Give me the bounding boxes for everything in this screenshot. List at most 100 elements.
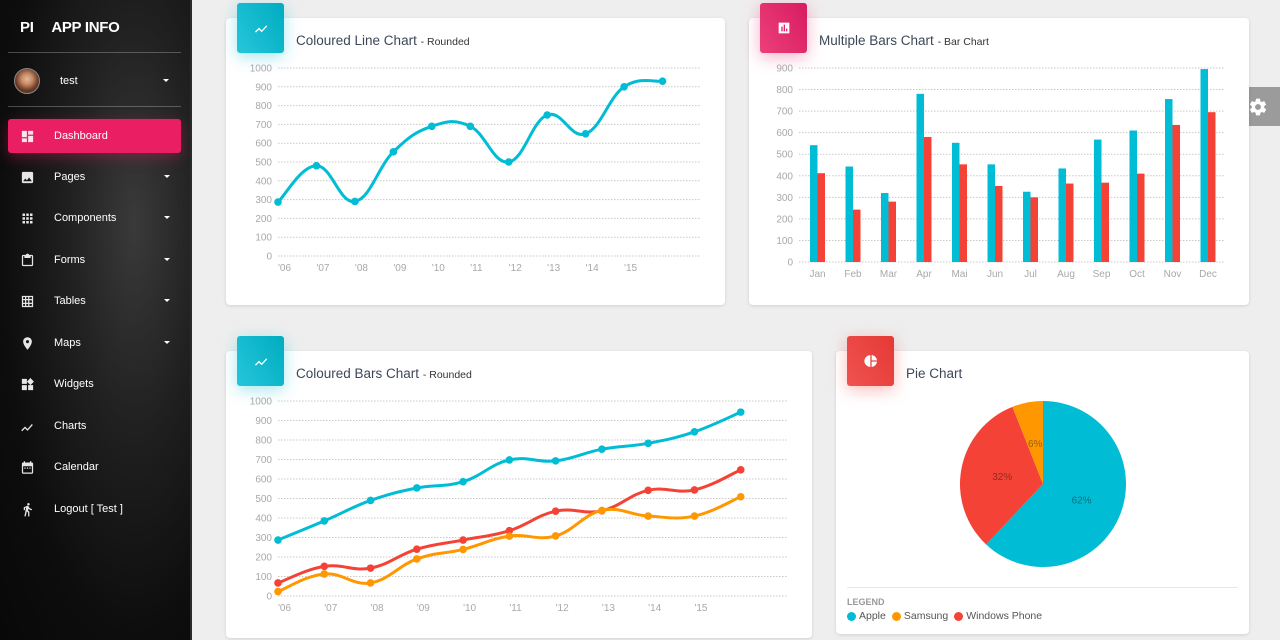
bar-series-2[interactable] <box>1172 124 1181 262</box>
y-tick-label: 200 <box>255 214 272 225</box>
data-point[interactable] <box>274 198 282 206</box>
data-point[interactable] <box>644 512 652 520</box>
sidebar-item-maps[interactable]: Maps <box>8 326 181 360</box>
y-tick-label: 0 <box>787 258 793 269</box>
data-point[interactable] <box>274 536 282 544</box>
data-point[interactable] <box>389 148 398 156</box>
data-point[interactable] <box>366 564 375 572</box>
data-point[interactable] <box>658 77 667 85</box>
sidebar-item-tables[interactable]: Tables <box>8 284 181 318</box>
y-tick-label: 600 <box>776 128 793 139</box>
data-point[interactable] <box>581 130 590 138</box>
data-point[interactable] <box>598 445 606 453</box>
data-point[interactable] <box>505 456 514 464</box>
sidebar-item-logout-test[interactable]: Logout [ Test ] <box>8 492 181 526</box>
bar-series-2[interactable] <box>888 201 897 262</box>
y-tick-label: 400 <box>255 176 272 187</box>
bar-series-2[interactable] <box>853 209 861 262</box>
pie-chart-card: Pie Chart 62% 32% 6% LEGEND Apple Samsung Wi… <box>836 336 1249 634</box>
data-point[interactable] <box>312 161 321 170</box>
data-point[interactable] <box>459 545 467 554</box>
sidebar-item-dashboard[interactable]: Dashboard <box>8 119 181 153</box>
user-menu[interactable]: test <box>14 68 179 94</box>
data-point[interactable] <box>505 532 514 540</box>
y-tick-label: 1000 <box>250 397 273 408</box>
data-point[interactable] <box>736 466 745 474</box>
bar-series-2[interactable] <box>1066 183 1074 262</box>
bar-series-1[interactable] <box>1094 139 1102 262</box>
data-point[interactable] <box>413 484 421 492</box>
grid-lines <box>278 67 701 257</box>
data-point[interactable] <box>598 506 606 515</box>
bar-series-1[interactable] <box>845 166 854 262</box>
bar-series-1[interactable] <box>952 142 960 262</box>
data-point[interactable] <box>459 536 467 544</box>
legend-item[interactable]: Apple <box>847 610 886 622</box>
data-point[interactable] <box>504 158 513 166</box>
bar-series-1[interactable] <box>1165 99 1173 262</box>
data-point[interactable] <box>320 517 329 525</box>
sidebar-item-charts[interactable]: Charts <box>8 409 181 443</box>
bar-series-2[interactable] <box>1030 197 1039 262</box>
bar-series-2[interactable] <box>924 136 932 262</box>
x-tick-label: '11 <box>470 263 483 274</box>
data-point[interactable] <box>274 579 282 587</box>
sidebar-item-components[interactable]: Components <box>8 201 181 235</box>
y-tick-label: 800 <box>255 101 272 112</box>
data-point[interactable] <box>413 545 421 553</box>
data-point[interactable] <box>690 512 699 520</box>
x-tick-label: '07 <box>324 603 337 614</box>
widgets-icon <box>19 376 35 392</box>
sidebar-item-pages[interactable]: Pages <box>8 160 181 194</box>
bar-series-2[interactable] <box>1208 112 1216 262</box>
data-point[interactable] <box>690 428 699 436</box>
data-point[interactable] <box>413 555 421 563</box>
data-point[interactable] <box>644 439 652 448</box>
bar-series-1[interactable] <box>810 145 818 262</box>
data-point[interactable] <box>459 477 467 486</box>
x-tick-label: '14 <box>648 603 661 614</box>
bar-series-1[interactable] <box>916 93 925 262</box>
legend-item[interactable]: Samsung <box>891 610 948 622</box>
bar-series-2[interactable] <box>995 185 1003 262</box>
data-point[interactable] <box>274 587 282 596</box>
data-point[interactable] <box>620 83 628 91</box>
data-point[interactable] <box>466 122 475 131</box>
bar-series-2[interactable] <box>817 173 826 262</box>
y-tick-label: 500 <box>255 158 272 169</box>
chevron-down-icon <box>164 258 170 261</box>
bar-series-1[interactable] <box>1023 191 1031 262</box>
data-point[interactable] <box>320 562 329 571</box>
sidebar-item-forms[interactable]: Forms <box>8 243 181 277</box>
pie-legend: Apple Samsung Windows Phone <box>847 610 1048 622</box>
data-point[interactable] <box>351 197 359 206</box>
data-point[interactable] <box>551 457 560 465</box>
brand-logo[interactable]: PI APP INFO <box>20 19 120 36</box>
bar-series-1[interactable] <box>1058 168 1067 262</box>
bar-series-2[interactable] <box>959 164 968 262</box>
data-point[interactable] <box>543 111 551 119</box>
legend-item[interactable]: Windows Phone <box>954 610 1042 622</box>
coloured-bars-chart: 0 100 200 300 400 500 600 700 800 900 1000 '06 '07 '0… <box>250 397 787 614</box>
bar-series-1[interactable] <box>881 193 889 262</box>
x-tick-label: '15 <box>624 263 637 274</box>
data-point[interactable] <box>366 579 375 587</box>
data-point[interactable] <box>320 570 329 578</box>
bar-series-1[interactable] <box>987 164 996 262</box>
data-point[interactable] <box>366 496 375 505</box>
bar-series-1[interactable] <box>1129 130 1138 262</box>
data-point[interactable] <box>551 507 560 515</box>
data-point[interactable] <box>736 492 745 501</box>
data-point[interactable] <box>644 486 652 495</box>
data-point[interactable] <box>428 122 436 131</box>
sidebar-item-widgets[interactable]: Widgets <box>8 367 181 401</box>
grid-lines <box>799 67 1225 263</box>
bar-series-1[interactable] <box>1200 69 1209 262</box>
data-point[interactable] <box>736 408 745 416</box>
y-tick-label: 200 <box>776 214 793 225</box>
data-point[interactable] <box>551 532 560 540</box>
bar-series-2[interactable] <box>1137 173 1145 262</box>
data-point[interactable] <box>690 486 699 494</box>
bar-series-2[interactable] <box>1101 182 1110 262</box>
sidebar-item-calendar[interactable]: Calendar <box>8 450 181 484</box>
